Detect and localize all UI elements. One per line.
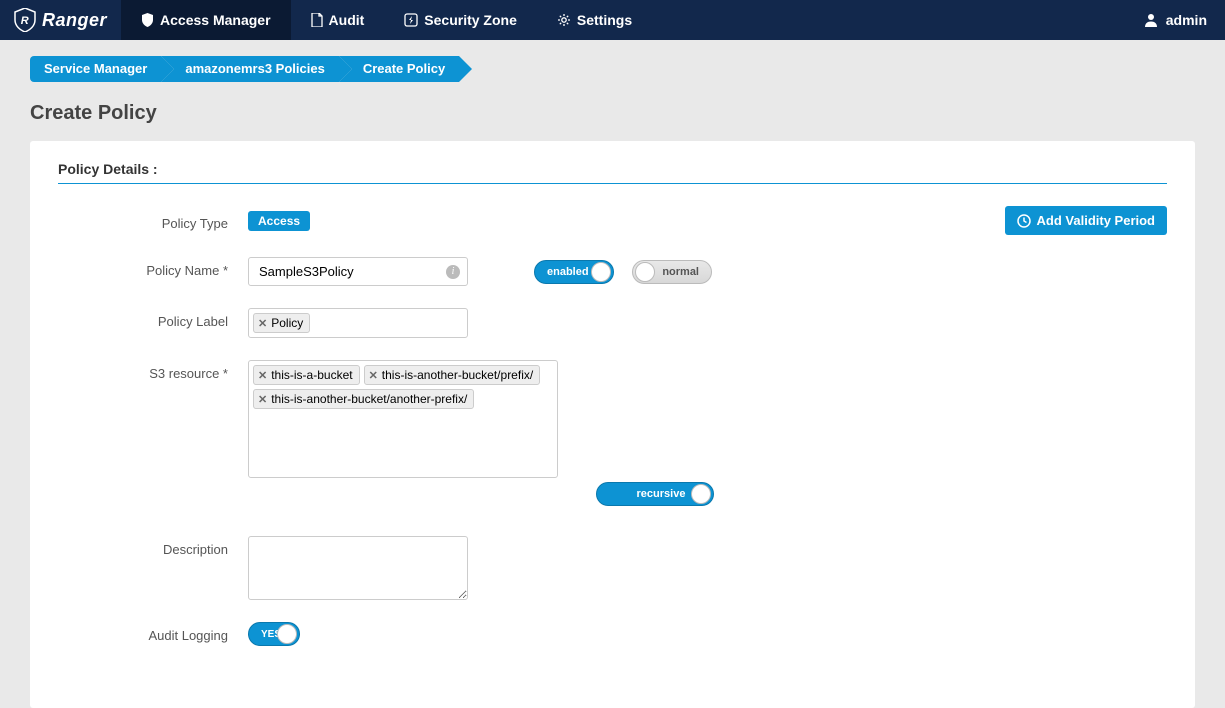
- toggle-knob: [635, 262, 655, 282]
- toggle-knob: [591, 262, 611, 282]
- nav-security-zone[interactable]: Security Zone: [384, 0, 537, 40]
- clock-icon: [1017, 214, 1031, 228]
- shield-icon: [141, 13, 154, 27]
- user-name: admin: [1166, 12, 1207, 28]
- brand[interactable]: R Ranger: [0, 8, 121, 32]
- remove-tag-icon[interactable]: ✕: [258, 317, 267, 330]
- description-textarea[interactable]: [248, 536, 468, 600]
- remove-tag-icon[interactable]: ✕: [258, 393, 267, 406]
- brand-text: Ranger: [42, 10, 107, 31]
- label-description: Description: [58, 536, 248, 557]
- nav-label: Settings: [577, 12, 632, 28]
- toggle-knob: [691, 484, 711, 504]
- breadcrumb: Service Manager amazonemrs3 Policies Cre…: [30, 56, 1195, 82]
- normal-toggle[interactable]: normal: [632, 260, 712, 284]
- policy-card: Policy Details : Policy Type Access Add …: [30, 141, 1195, 708]
- s3-resource-tag: ✕ this-is-another-bucket/another-prefix/: [253, 389, 474, 409]
- label-s3-resource: S3 resource *: [58, 360, 248, 381]
- bolt-icon: [404, 13, 418, 27]
- nav-access-manager[interactable]: Access Manager: [121, 0, 291, 40]
- user-icon: [1143, 12, 1159, 28]
- page-title: Create Policy: [0, 82, 1225, 141]
- crumb-create-policy[interactable]: Create Policy: [339, 56, 459, 82]
- policy-name-input[interactable]: [248, 257, 468, 286]
- info-icon[interactable]: i: [446, 265, 460, 279]
- tag-text: this-is-another-bucket/another-prefix/: [271, 392, 467, 406]
- s3-resource-tag: ✕ this-is-a-bucket: [253, 365, 360, 385]
- remove-tag-icon[interactable]: ✕: [258, 369, 267, 382]
- toggle-knob: [277, 624, 297, 644]
- nav-audit[interactable]: Audit: [291, 0, 385, 40]
- label-policy-label: Policy Label: [58, 308, 248, 329]
- document-icon: [311, 13, 323, 27]
- label-policy-name: Policy Name *: [58, 257, 248, 278]
- nav-label: Access Manager: [160, 12, 271, 28]
- ranger-shield-icon: R: [14, 8, 36, 32]
- nav-label: Security Zone: [424, 12, 517, 28]
- policy-type-badge: Access: [248, 211, 310, 231]
- s3-resource-tag: ✕ this-is-another-bucket/prefix/: [364, 365, 541, 385]
- top-nav: R Ranger Access Manager Audit Security Z…: [0, 0, 1225, 40]
- svg-text:R: R: [21, 15, 29, 27]
- recursive-toggle[interactable]: recursive: [596, 482, 714, 506]
- nav-label: Audit: [329, 12, 365, 28]
- gear-icon: [557, 13, 571, 27]
- breadcrumb-wrap: Service Manager amazonemrs3 Policies Cre…: [0, 40, 1225, 82]
- audit-logging-toggle[interactable]: YES: [248, 622, 300, 646]
- s3-resource-tagbox[interactable]: ✕ this-is-a-bucket ✕ this-is-another-buc…: [248, 360, 558, 478]
- section-title: Policy Details :: [58, 161, 1167, 184]
- crumb-service-manager[interactable]: Service Manager: [30, 56, 161, 82]
- label-policy-type: Policy Type: [58, 210, 248, 231]
- policy-label-tagbox[interactable]: ✕ Policy: [248, 308, 468, 338]
- policy-label-tag: ✕ Policy: [253, 313, 310, 333]
- toggle-label: enabled: [547, 266, 589, 278]
- user-menu[interactable]: admin: [1125, 12, 1225, 28]
- crumb-service-policies[interactable]: amazonemrs3 Policies: [161, 56, 338, 82]
- add-validity-period-button[interactable]: Add Validity Period: [1005, 206, 1167, 235]
- tag-text: Policy: [271, 316, 303, 330]
- enabled-toggle[interactable]: enabled: [534, 260, 614, 284]
- nav-settings[interactable]: Settings: [537, 0, 652, 40]
- remove-tag-icon[interactable]: ✕: [369, 369, 378, 382]
- label-audit-logging: Audit Logging: [58, 622, 248, 643]
- validity-button-label: Add Validity Period: [1037, 213, 1155, 228]
- tag-text: this-is-a-bucket: [271, 368, 352, 382]
- tag-text: this-is-another-bucket/prefix/: [382, 368, 533, 382]
- toggle-label: normal: [662, 266, 699, 278]
